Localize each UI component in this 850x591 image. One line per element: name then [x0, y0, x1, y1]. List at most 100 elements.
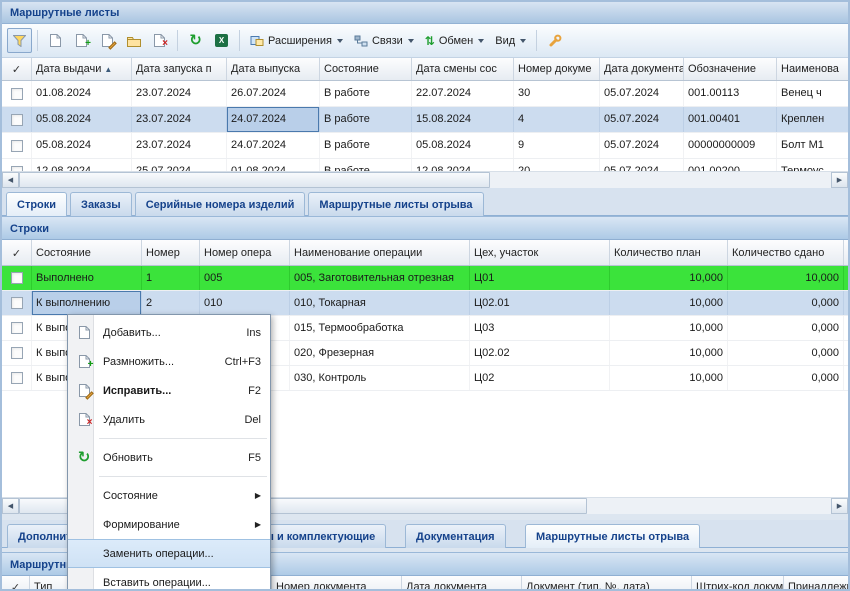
- row-checkbox-cell[interactable]: [2, 159, 32, 171]
- table-cell[interactable]: 05.07.2024: [600, 107, 684, 132]
- table-cell[interactable]: 2: [142, 291, 200, 315]
- checkbox[interactable]: [11, 347, 23, 359]
- table-cell[interactable]: Ц02.02: [470, 341, 610, 365]
- menu-item-state[interactable]: Состояние ▶: [68, 481, 270, 510]
- row-checkbox-cell[interactable]: [2, 107, 32, 132]
- column-header-launch-date[interactable]: Дата запуска п: [132, 58, 227, 80]
- checkbox[interactable]: [11, 297, 23, 309]
- table-cell[interactable]: 05.08.2024: [412, 133, 514, 158]
- menu-item-formation[interactable]: Формирование ▶: [68, 510, 270, 539]
- duplicate-document-button[interactable]: +: [69, 28, 94, 53]
- table-cell[interactable]: Ц02.01: [470, 291, 610, 315]
- tab-marshrutnye-listy-otryva[interactable]: Маршрутные листы отрыва: [308, 192, 483, 216]
- table-cell[interactable]: 015, Термообработка: [290, 316, 470, 340]
- table-cell[interactable]: 020, Фрезерная: [290, 341, 470, 365]
- row-checkbox-cell[interactable]: [2, 366, 32, 390]
- table-cell[interactable]: 05.08.2024: [32, 107, 132, 132]
- checkbox[interactable]: [11, 88, 23, 100]
- menu-item-delete[interactable]: × Удалить Del: [68, 405, 270, 434]
- column-header-barcode[interactable]: Штрих-код докум: [692, 576, 784, 591]
- column-header-issue-date[interactable]: Дата выдачи ▲: [32, 58, 132, 80]
- edit-document-button[interactable]: [95, 28, 120, 53]
- table-cell[interactable]: 26.07.2024: [227, 81, 320, 106]
- table-cell[interactable]: Болт М1: [777, 133, 848, 158]
- column-header-release-date[interactable]: Дата выпуска: [227, 58, 320, 80]
- menu-item-duplicate[interactable]: + Размножить... Ctrl+F3: [68, 347, 270, 376]
- table-cell[interactable]: 05.07.2024: [600, 81, 684, 106]
- select-all-column-header[interactable]: ✓: [2, 576, 30, 591]
- table-cell-focused[interactable]: 24.07.2024: [227, 107, 320, 132]
- open-document-button[interactable]: [121, 28, 146, 53]
- table-cell[interactable]: 00000000009: [684, 133, 777, 158]
- table-cell[interactable]: Креплен: [777, 107, 848, 132]
- column-header-designation[interactable]: Обозначение: [684, 58, 777, 80]
- table-cell[interactable]: 23.07.2024: [132, 107, 227, 132]
- table-cell[interactable]: 010: [200, 291, 290, 315]
- table-cell[interactable]: 001.00401: [684, 107, 777, 132]
- delete-document-button[interactable]: ×: [147, 28, 172, 53]
- checkbox[interactable]: [11, 166, 23, 172]
- table-row-selected[interactable]: К выполнению 2 010 010, Токарная Ц02.01 …: [2, 291, 848, 316]
- scroll-left-button[interactable]: ◀: [2, 498, 19, 514]
- scroll-left-button[interactable]: ◀: [2, 172, 19, 188]
- column-header-doc-date[interactable]: Дата документа: [402, 576, 522, 591]
- table-cell[interactable]: 030, Контроль: [290, 366, 470, 390]
- table-cell[interactable]: 23.07.2024: [132, 81, 227, 106]
- table-cell[interactable]: 9: [514, 133, 600, 158]
- links-dropdown[interactable]: Связи: [349, 28, 419, 53]
- table-cell[interactable]: 12.08.2024: [412, 159, 514, 171]
- column-header-qty-done[interactable]: Количество сдано: [728, 240, 844, 265]
- tab-marshrutnye-listy-otryva-bottom[interactable]: Маршрутные листы отрыва: [525, 524, 700, 548]
- table-cell[interactable]: 23.07.2024: [132, 133, 227, 158]
- table-cell[interactable]: 30: [514, 81, 600, 106]
- checkbox[interactable]: [11, 322, 23, 334]
- tab-dokumentaciya[interactable]: Документация: [405, 524, 506, 548]
- add-document-button[interactable]: [43, 28, 68, 53]
- table-cell[interactable]: 1: [142, 266, 200, 290]
- row-checkbox-cell[interactable]: [2, 133, 32, 158]
- table-cell[interactable]: Ц01: [470, 266, 610, 290]
- scroll-right-button[interactable]: ▶: [831, 498, 848, 514]
- table-cell-focused[interactable]: К выполнению: [32, 291, 142, 315]
- table-cell[interactable]: Ц02: [470, 366, 610, 390]
- checkbox[interactable]: [11, 114, 23, 126]
- table-cell[interactable]: 10,000: [610, 316, 728, 340]
- exchange-dropdown[interactable]: ⇅ Обмен: [420, 28, 489, 53]
- column-header-belonging[interactable]: Принадлежн: [784, 576, 850, 591]
- table-cell[interactable]: 005, Заготовительная отрезная: [290, 266, 470, 290]
- table-cell[interactable]: 0,000: [728, 366, 844, 390]
- table-cell[interactable]: 005: [200, 266, 290, 290]
- extensions-dropdown[interactable]: Расширения: [245, 28, 348, 53]
- scrollbar-track[interactable]: [19, 172, 831, 188]
- column-header-name[interactable]: Наименова: [777, 58, 850, 80]
- table-cell[interactable]: 010, Токарная: [290, 291, 470, 315]
- checkbox[interactable]: [11, 272, 23, 284]
- table-cell[interactable]: 0,000: [728, 291, 844, 315]
- menu-item-insert-operations[interactable]: Вставить операции...: [68, 568, 270, 591]
- table-cell[interactable]: 20: [514, 159, 600, 171]
- select-all-column-header[interactable]: ✓: [2, 240, 32, 265]
- column-header-qty-plan[interactable]: Количество план: [610, 240, 728, 265]
- table-cell[interactable]: Ц03: [470, 316, 610, 340]
- table-cell[interactable]: 15.08.2024: [412, 107, 514, 132]
- column-header-doc-date[interactable]: Дата документа: [600, 58, 684, 80]
- menu-item-refresh[interactable]: ↻ Обновить F5: [68, 443, 270, 472]
- scrollbar-thumb[interactable]: [19, 172, 490, 188]
- table-cell[interactable]: В работе: [320, 159, 412, 171]
- column-header-op-number[interactable]: Номер опера: [200, 240, 290, 265]
- table-cell[interactable]: 4: [514, 107, 600, 132]
- table-row[interactable]: 12.08.2024 25.07.2024 01.08.2024 В работ…: [2, 159, 848, 171]
- table-cell[interactable]: Венец ч: [777, 81, 848, 106]
- table-cell[interactable]: В работе: [320, 81, 412, 106]
- view-dropdown[interactable]: Вид: [490, 28, 531, 53]
- table-cell[interactable]: 05.08.2024: [32, 133, 132, 158]
- row-checkbox-cell[interactable]: [2, 266, 32, 290]
- table-cell[interactable]: 10,000: [610, 266, 728, 290]
- table-cell[interactable]: 05.07.2024: [600, 159, 684, 171]
- table-row[interactable]: 05.08.2024 23.07.2024 24.07.2024 В работ…: [2, 133, 848, 159]
- table-row-done[interactable]: Выполнено 1 005 005, Заготовительная отр…: [2, 266, 848, 291]
- select-all-column-header[interactable]: ✓: [2, 58, 32, 80]
- excel-export-button[interactable]: X: [209, 28, 234, 53]
- table-cell[interactable]: 12.08.2024: [32, 159, 132, 171]
- menu-item-replace-operations[interactable]: Заменить операции...: [68, 539, 270, 568]
